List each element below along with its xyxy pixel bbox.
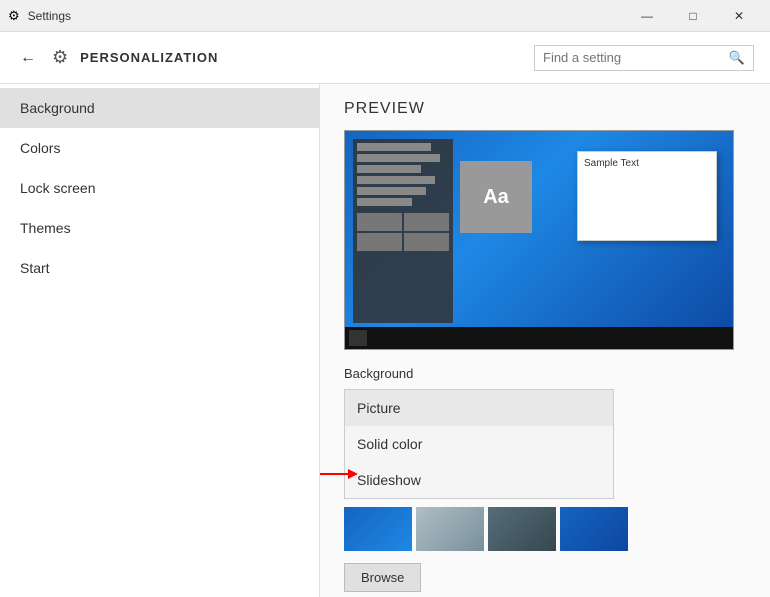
preview-dialog: Sample Text — [577, 151, 717, 241]
title-bar-controls: — □ ✕ — [624, 0, 762, 32]
personalization-icon: ⚙ — [52, 47, 68, 68]
mini-cell-4 — [404, 233, 449, 251]
dropdown-item-label: Picture — [357, 400, 401, 416]
mini-cell-1 — [357, 213, 402, 231]
mini-row-2 — [357, 154, 440, 162]
thumbnail-3[interactable] — [488, 507, 556, 551]
minimize-button[interactable]: — — [624, 0, 670, 32]
mini-row-6 — [357, 198, 412, 206]
app-header: ← ⚙ PERSONALIZATION 🔍 — [0, 32, 770, 84]
content-area: PREVIEW Aa — [320, 84, 770, 597]
title-bar-left: ⚙ Settings — [8, 8, 71, 24]
thumbnail-strip — [344, 507, 746, 551]
thumbnail-4[interactable] — [560, 507, 628, 551]
dropdown-item-slideshow[interactable]: Slideshow — [345, 462, 613, 498]
search-icon: 🔍 — [729, 50, 745, 66]
dropdown-item-picture[interactable]: Picture — [345, 390, 613, 426]
browse-button[interactable]: Browse — [344, 563, 421, 592]
annotation-arrow — [320, 460, 355, 488]
sidebar-item-lockscreen[interactable]: Lock screen — [0, 168, 319, 208]
thumbnail-1[interactable] — [344, 507, 412, 551]
preview-title: PREVIEW — [344, 100, 746, 118]
main-layout: Background Colors Lock screen Themes Sta… — [0, 84, 770, 597]
dropdown-item-label: Slideshow — [357, 472, 421, 488]
preview-window: Aa Sample Text — [344, 130, 734, 350]
mini-row-4 — [357, 176, 435, 184]
back-button[interactable]: ← — [16, 45, 40, 71]
preview-taskbar — [345, 327, 733, 349]
mini-row-5 — [357, 187, 426, 195]
sidebar-item-label: Themes — [20, 220, 71, 236]
mini-grid — [357, 213, 449, 251]
background-dropdown: Picture Solid color Slideshow — [344, 389, 614, 499]
mini-row-3 — [357, 165, 421, 173]
sidebar-item-start[interactable]: Start — [0, 248, 319, 288]
dropdown-item-label: Solid color — [357, 436, 422, 452]
aa-label: Aa — [483, 186, 509, 209]
title-bar: ⚙ Settings — □ ✕ — [0, 0, 770, 32]
mini-cell-3 — [357, 233, 402, 251]
preview-aa-tile: Aa — [460, 161, 532, 233]
title-bar-icon: ⚙ — [8, 8, 20, 24]
title-bar-title: Settings — [28, 9, 71, 23]
sidebar-item-background[interactable]: Background — [0, 88, 319, 128]
preview-mini-sidebar — [353, 139, 453, 323]
sidebar-item-label: Lock screen — [20, 180, 95, 196]
dropdown-item-solid-color[interactable]: Solid color — [345, 426, 613, 462]
search-input[interactable] — [543, 50, 723, 65]
mini-row-1 — [357, 143, 431, 151]
sidebar: Background Colors Lock screen Themes Sta… — [0, 84, 320, 597]
thumbnail-2[interactable] — [416, 507, 484, 551]
background-section-label: Background — [344, 366, 746, 381]
close-button[interactable]: ✕ — [716, 0, 762, 32]
sidebar-item-colors[interactable]: Colors — [0, 128, 319, 168]
mini-cell-2 — [404, 213, 449, 231]
preview-start-button — [349, 330, 367, 346]
sidebar-item-label: Start — [20, 260, 50, 276]
sidebar-item-label: Colors — [20, 140, 60, 156]
sidebar-item-label: Background — [20, 100, 95, 116]
maximize-button[interactable]: □ — [670, 0, 716, 32]
page-title: PERSONALIZATION — [80, 50, 522, 65]
sample-text: Sample Text — [584, 158, 710, 169]
sidebar-item-themes[interactable]: Themes — [0, 208, 319, 248]
search-box: 🔍 — [534, 45, 754, 71]
